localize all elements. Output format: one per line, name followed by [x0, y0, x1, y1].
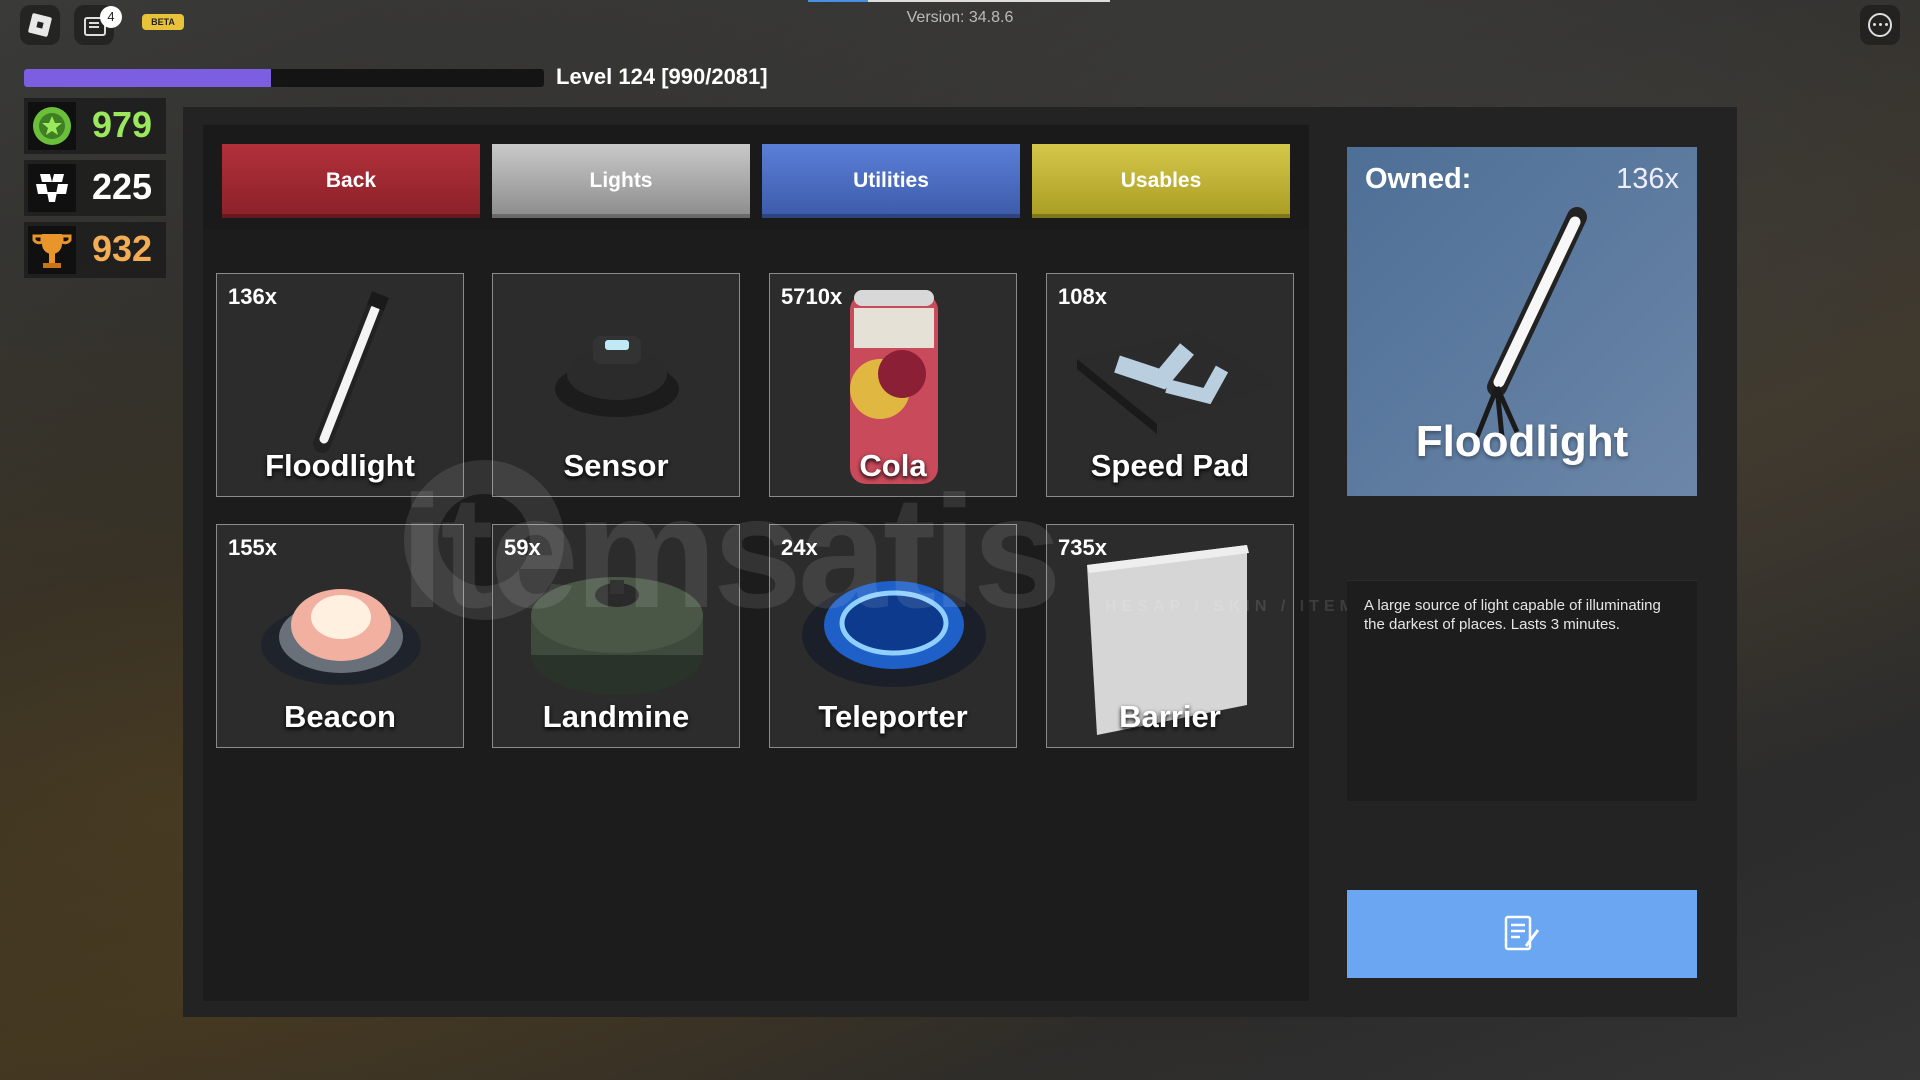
tab-lights[interactable]: Lights — [492, 144, 750, 218]
owned-value: 136x — [1616, 163, 1679, 195]
use-item-button[interactable] — [1347, 890, 1697, 978]
coins-value: 979 — [92, 104, 153, 145]
stat-cubes: 225 — [24, 160, 166, 216]
notification-badge: 4 — [100, 6, 122, 28]
owned-label: Owned: — [1365, 163, 1472, 195]
trophies-value: 932 — [92, 228, 153, 269]
tab-back[interactable]: Back — [222, 144, 480, 218]
level-progress-bar — [24, 69, 544, 87]
item-barrier[interactable]: 735x Barrier — [1046, 524, 1294, 748]
item-count: 155x — [228, 535, 277, 560]
item-description: A large source of light capable of illum… — [1364, 597, 1661, 633]
top-bar: 4 BETA Version: 34.8.6 — [0, 0, 1920, 50]
document-edit-icon — [1504, 915, 1540, 951]
preview-item-name: Floodlight — [1415, 417, 1629, 466]
tab-utilities[interactable]: Utilities — [762, 144, 1020, 218]
description-box: A large source of light capable of illum… — [1347, 580, 1697, 801]
item-count: 136x — [228, 284, 277, 309]
stat-coins: 979 — [24, 98, 166, 154]
item-count: 108x — [1058, 284, 1107, 309]
stat-trophies: 932 — [24, 222, 166, 278]
item-name: Speed Pad — [1090, 448, 1250, 483]
tab-usables[interactable]: Usables — [1032, 144, 1290, 218]
item-count: 5710x — [781, 284, 843, 309]
item-name: Beacon — [284, 699, 396, 734]
level-label: Level 124 [990/2081] — [556, 64, 768, 89]
item-count: 735x — [1058, 535, 1107, 560]
roblox-logo-icon — [27, 12, 53, 38]
version-label: Version: 34.8.6 — [906, 9, 1014, 26]
star-coin-icon — [28, 102, 76, 150]
level-progress-fill — [24, 69, 272, 87]
more-options-icon — [1868, 13, 1892, 37]
item-name: Teleporter — [818, 699, 968, 734]
item-preview-card: Owned: 136x Floodlight — [1347, 147, 1697, 496]
item-name: Barrier — [1119, 699, 1221, 734]
beta-badge: BETA — [142, 14, 184, 30]
cubes-value: 225 — [92, 166, 153, 207]
trophy-icon — [28, 226, 76, 274]
item-speed-pad[interactable]: 108x Speed Pad — [1046, 273, 1294, 497]
loading-line — [808, 0, 1110, 2]
cubes-icon — [28, 164, 76, 212]
roblox-menu-button[interactable] — [20, 5, 60, 45]
watermark-text: itemsatis — [400, 462, 1062, 641]
item-name: Landmine — [542, 699, 690, 734]
more-options-button[interactable] — [1860, 5, 1900, 45]
